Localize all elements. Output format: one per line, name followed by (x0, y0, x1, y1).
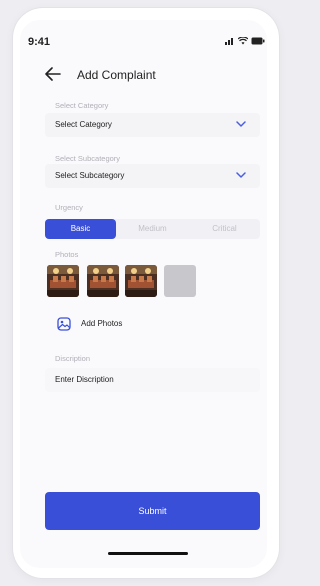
signal-icon (225, 38, 233, 45)
photo-image (125, 265, 157, 297)
battery-icon (251, 37, 265, 45)
subcategory-label: Select Subcategory (55, 154, 121, 163)
description-input[interactable]: Enter Discription (45, 368, 260, 392)
urgency-option-basic[interactable]: Basic (45, 219, 116, 239)
chevron-down-icon (236, 172, 246, 178)
description-placeholder: Enter Discription (55, 375, 114, 384)
category-select[interactable]: Select Category (45, 113, 260, 137)
subcategory-value: Select Subcategory (55, 171, 125, 180)
add-photos-label: Add Photos (81, 319, 123, 328)
urgency-segmented-control: Basic Medium Critical (45, 219, 260, 239)
description-label: Discription (55, 354, 91, 363)
page-title: Add Complaint (77, 68, 156, 82)
urgency-option-critical[interactable]: Critical (189, 219, 260, 239)
photo-image (87, 265, 119, 297)
subcategory-select[interactable]: Select Subcategory (45, 164, 260, 188)
wifi-icon (238, 37, 248, 45)
submit-button[interactable]: Submit (45, 492, 260, 530)
photo-thumbnail[interactable] (87, 265, 119, 297)
home-indicator (108, 552, 188, 555)
photo-thumbnail[interactable] (47, 265, 79, 297)
category-value: Select Category (55, 120, 112, 129)
photos-label: Photos (55, 250, 79, 259)
urgency-option-medium[interactable]: Medium (117, 219, 188, 239)
photo-thumbnail[interactable] (125, 265, 157, 297)
category-label: Select Category (55, 101, 109, 110)
image-icon (57, 317, 71, 331)
urgency-label: Urgency (55, 203, 83, 212)
back-arrow-icon[interactable] (45, 67, 61, 81)
status-time: 9:41 (28, 36, 51, 48)
status-icons (225, 36, 265, 46)
chevron-down-icon (236, 121, 246, 127)
photo-image (47, 265, 79, 297)
photo-placeholder[interactable] (164, 265, 196, 297)
add-photos-button[interactable]: Add Photos (45, 310, 260, 340)
